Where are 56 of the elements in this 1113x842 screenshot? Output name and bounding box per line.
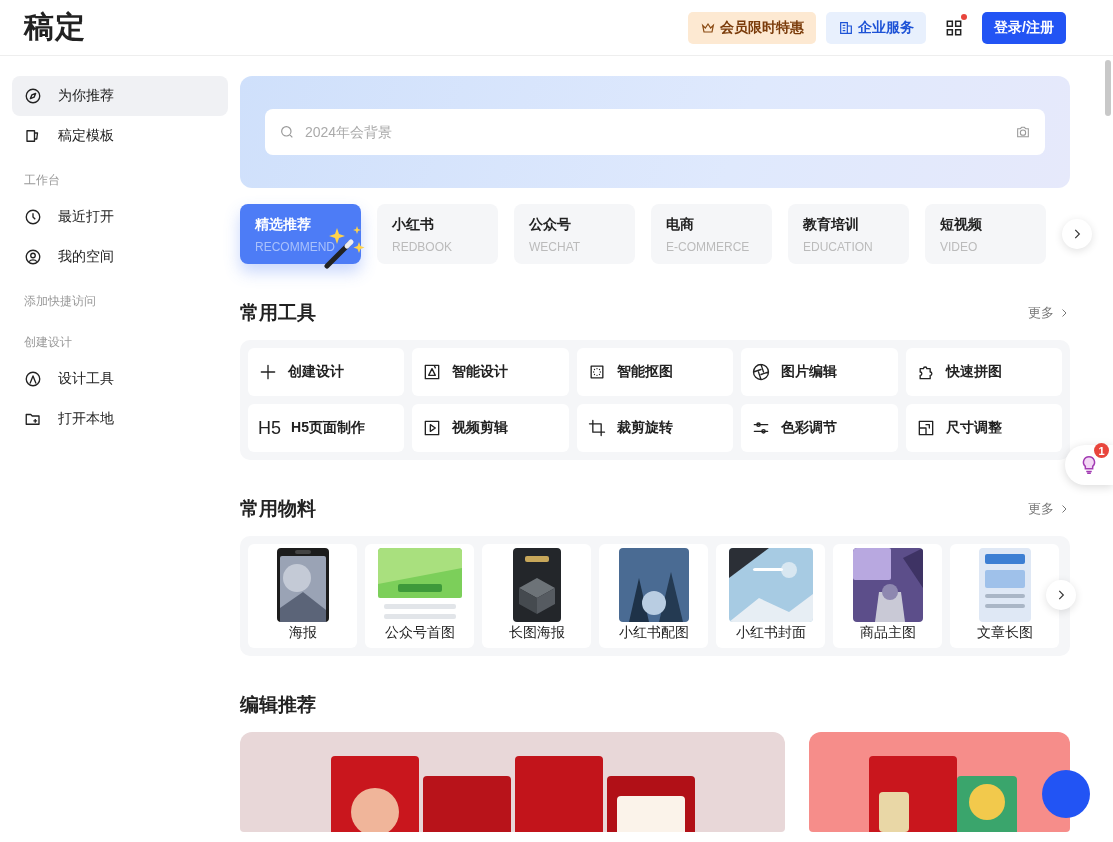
tool-button[interactable]: 智能抠图	[576, 348, 734, 396]
section-title: 常用物料	[240, 497, 316, 521]
sidebar-item[interactable]: 稿定模板	[12, 116, 228, 156]
camera-icon[interactable]	[1015, 124, 1031, 140]
sidebar-icon	[24, 87, 42, 105]
scrollbar-thumb[interactable]	[1105, 60, 1111, 116]
section-title: 编辑推荐	[240, 693, 316, 717]
building-icon	[838, 19, 855, 36]
material-card[interactable]: 公众号首图	[365, 544, 474, 648]
vip-offer-button[interactable]: 会员限时特惠	[688, 11, 817, 44]
section-title: 常用工具	[240, 301, 316, 325]
more-link[interactable]: 更多	[1028, 304, 1070, 322]
sidebar-heading: 创建设计	[23, 334, 73, 351]
sidebar-item[interactable]: 我的空间	[12, 237, 228, 277]
tool-icon	[586, 418, 607, 438]
sidebar-icon	[24, 370, 42, 388]
category-tab[interactable]: 小红书 REDBOOK	[377, 204, 498, 264]
tool-button[interactable]: 创建设计	[248, 348, 405, 396]
sidebar-icon	[24, 208, 42, 226]
more-link[interactable]: 更多	[1028, 500, 1070, 518]
category-tab[interactable]: 公众号 WECHAT	[514, 204, 635, 264]
assistant-button[interactable]: 1	[1065, 445, 1113, 485]
sidebar-item[interactable]: 为你推荐	[12, 76, 228, 116]
tool-button[interactable]: 色彩调节	[741, 404, 898, 452]
category-tab[interactable]: 电商 E-COMMERCE	[651, 204, 772, 264]
tool-button[interactable]: 尺寸调整	[905, 404, 1062, 452]
material-card[interactable]: 文章长图	[950, 544, 1059, 648]
material-card[interactable]: 海报	[248, 544, 357, 648]
sidebar-item[interactable]: 最近打开	[12, 197, 228, 237]
search-icon	[279, 124, 295, 140]
enterprise-button[interactable]: 企业服务	[826, 11, 927, 44]
search-input[interactable]: 2024年会背景	[303, 123, 1007, 141]
logo[interactable]: 稿定	[24, 7, 86, 48]
notification-badge: 1	[1094, 443, 1109, 458]
material-card[interactable]: 小红书封面	[716, 544, 825, 648]
tool-button[interactable]: 裁剪旋转	[576, 404, 734, 452]
material-card[interactable]: 小红书配图	[599, 544, 708, 648]
sidebar-item[interactable]: 打开本地	[12, 399, 228, 439]
material-card[interactable]: 商品主图	[833, 544, 942, 648]
tool-button[interactable]: 图片编辑	[741, 348, 898, 396]
sidebar-heading: 工作台	[23, 172, 61, 189]
tool-icon	[258, 362, 278, 382]
tool-button[interactable]: 智能设计	[412, 348, 569, 396]
sidebar-icon	[24, 248, 42, 266]
category-tab[interactable]: 教育培训 EDUCATION	[788, 204, 909, 264]
tool-button[interactable]: 视频剪辑	[412, 404, 569, 452]
floating-button[interactable]	[1042, 770, 1090, 818]
material-card[interactable]: 长图海报	[482, 544, 591, 648]
sidebar-item[interactable]: 设计工具	[12, 359, 228, 399]
tool-button[interactable]: H5 H5页面制作	[248, 404, 405, 452]
tool-icon	[751, 362, 772, 382]
sidebar-heading: 添加快捷访问	[23, 293, 97, 310]
tool-button[interactable]: 快速拼图	[905, 348, 1062, 396]
search-field[interactable]: 2024年会背景	[265, 109, 1045, 155]
category-tab[interactable]: 短视频 VIDEO	[925, 204, 1046, 264]
login-button[interactable]: 登录/注册	[982, 11, 1066, 44]
